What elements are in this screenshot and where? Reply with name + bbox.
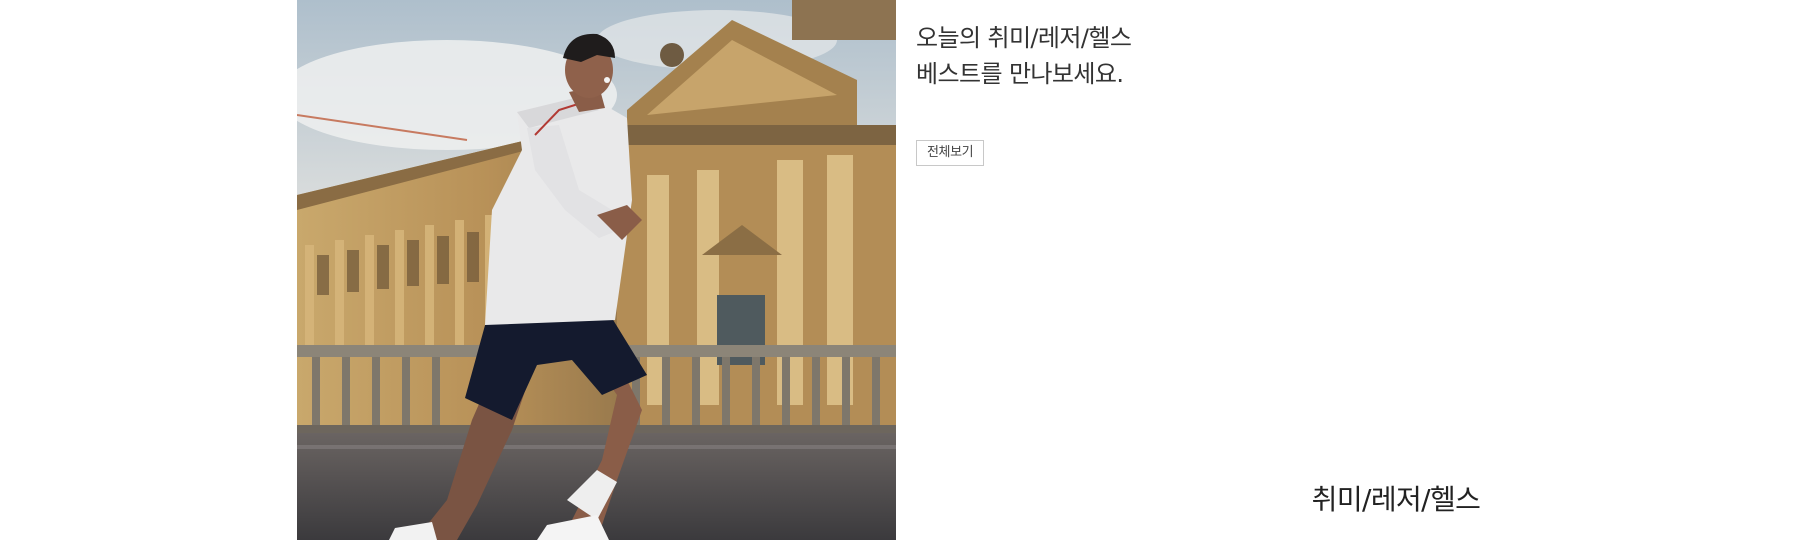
promo-headline-line-2: 베스트를 만나보세요. bbox=[916, 60, 1124, 88]
category-caption[interactable]: 취미/레저/헬스 bbox=[1296, 480, 1496, 520]
promo-copy: 오늘의 취미/레저/헬스 베스트를 만나보세요. bbox=[916, 20, 1276, 92]
hero-photo[interactable] bbox=[297, 0, 896, 540]
promo-headline: 오늘의 취미/레저/헬스 베스트를 만나보세요. bbox=[916, 20, 1276, 92]
runner-museum-illustration bbox=[297, 0, 896, 540]
view-all-button[interactable]: 전체보기 bbox=[916, 140, 985, 166]
promo-headline-line-1: 오늘의 취미/레저/헬스 bbox=[916, 24, 1132, 52]
page: 오늘의 취미/레저/헬스 베스트를 만나보세요. 전체보기 취미/레저/헬스 bbox=[0, 0, 1794, 540]
